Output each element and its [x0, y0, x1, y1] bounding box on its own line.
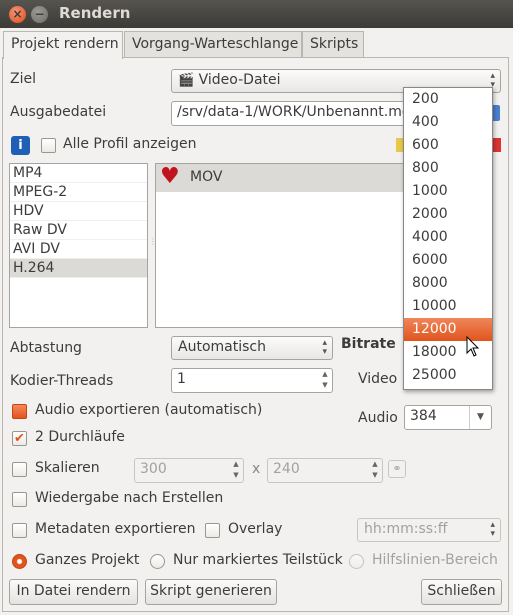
list-item[interactable]: MP4: [10, 164, 147, 183]
list-item[interactable]: MPEG-2: [10, 183, 147, 202]
pane-splitter[interactable]: ⋮: [149, 238, 157, 252]
minimize-icon[interactable]: −: [31, 6, 48, 23]
two-pass-label: 2 Durchläufe: [35, 429, 125, 445]
dropdown-option[interactable]: 800: [404, 157, 492, 180]
scale-checkbox[interactable]: [12, 462, 27, 477]
sampling-combo[interactable]: Automatisch ▴ ▾: [171, 336, 333, 360]
spin-arrows-icon: ▴ ▾: [322, 338, 327, 357]
list-item[interactable]: Raw DV: [10, 221, 147, 240]
audio-export-label: Audio exportieren (automatisch): [35, 402, 263, 418]
dropdown-option[interactable]: 25000: [404, 364, 492, 387]
guides-range-label: Hilfslinien-Bereich: [372, 552, 498, 568]
marked-section-label: Nur markiertes Teilstück: [173, 552, 343, 568]
play-after-label: Wiedergabe nach Erstellen: [35, 490, 224, 506]
tab-vorgang-warteschlange[interactable]: Vorgang-Warteschlange: [124, 31, 302, 58]
dropdown-option[interactable]: 200: [404, 88, 492, 111]
metadata-label: Metadaten exportieren: [35, 521, 196, 537]
tab-projekt-rendern[interactable]: Projekt rendern: [3, 31, 123, 59]
overlay-checkbox[interactable]: [205, 523, 220, 538]
profile-row[interactable]: ♥ MOV: [156, 164, 414, 192]
threads-spinbox[interactable]: 1 ▲ ▼: [171, 368, 333, 393]
bitrate-heading: Bitrate: [341, 336, 396, 352]
chevron-down-icon[interactable]: ▼: [469, 406, 491, 429]
spin-arrows-icon: ▴ ▾: [490, 520, 495, 539]
link-aspect-icon[interactable]: ⚭: [388, 460, 406, 478]
title-bar: × − Rendern: [0, 0, 513, 28]
dropdown-option[interactable]: 600: [404, 134, 492, 157]
list-item[interactable]: AVI DV: [10, 240, 147, 259]
audio-export-checkbox[interactable]: [12, 404, 27, 419]
guides-range-radio[interactable]: [349, 554, 364, 569]
overlay-combo[interactable]: hh:mm:ss:ff ▴ ▾: [357, 518, 501, 542]
spin-arrows-icon: ▲ ▼: [233, 460, 239, 479]
whole-project-label: Ganzes Projekt: [35, 552, 140, 568]
whole-project-radio[interactable]: [12, 554, 27, 569]
scale-width-spinbox[interactable]: 300 ▲ ▼: [134, 458, 244, 483]
play-after-checkbox[interactable]: [12, 492, 27, 507]
metadata-checkbox[interactable]: [12, 523, 27, 538]
tab-skripts[interactable]: Skripts: [302, 31, 364, 58]
close-button[interactable]: Schließen: [421, 579, 502, 605]
dropdown-option[interactable]: 4000: [404, 226, 492, 249]
audio-bitrate-combo[interactable]: 384 ▼: [404, 405, 492, 430]
threads-label: Kodier-Threads: [10, 373, 114, 389]
scale-label: Skalieren: [35, 460, 100, 476]
film-icon: 🎬: [178, 73, 195, 88]
two-pass-checkbox[interactable]: ✔: [12, 431, 27, 446]
close-icon[interactable]: ×: [9, 6, 26, 23]
spin-arrows-icon[interactable]: ▲ ▼: [318, 369, 332, 392]
sampling-label: Abtastung: [10, 340, 82, 356]
window-title: Rendern: [59, 4, 131, 22]
show-all-profiles-checkbox[interactable]: [41, 138, 56, 153]
list-item-selected[interactable]: H.264: [10, 259, 147, 278]
dropdown-option[interactable]: 6000: [404, 249, 492, 272]
spin-arrows-icon: ▲ ▼: [372, 460, 378, 479]
overlay-label: Overlay: [228, 521, 283, 537]
heart-icon: ♥: [160, 164, 180, 189]
render-to-file-button[interactable]: In Datei rendern: [9, 579, 138, 605]
scale-x-label: x: [252, 461, 261, 477]
dropdown-option[interactable]: 400: [404, 111, 492, 134]
list-item[interactable]: HDV: [10, 202, 147, 221]
delete-profile-icon[interactable]: [493, 138, 501, 152]
generate-script-button[interactable]: Skript generieren: [145, 579, 277, 605]
show-all-profiles-label: Alle Profil anzeigen: [63, 136, 197, 152]
dropdown-option[interactable]: 10000: [404, 295, 492, 318]
output-label: Ausgabedatei: [10, 104, 107, 120]
format-list: MP4 MPEG-2 HDV Raw DV AVI DV H.264: [9, 163, 148, 328]
profile-list: ♥ MOV: [155, 163, 415, 328]
output-file-input[interactable]: /srv/data-1/WORK/Unbenannt.mov: [171, 101, 411, 126]
scale-height-spinbox[interactable]: 240 ▲ ▼: [267, 458, 383, 483]
dropdown-option[interactable]: 8000: [404, 272, 492, 295]
mouse-pointer-icon: [466, 336, 480, 357]
marked-section-radio[interactable]: [150, 554, 165, 569]
dropdown-option[interactable]: 2000: [404, 203, 492, 226]
target-label: Ziel: [10, 71, 36, 87]
profile-name: MOV: [190, 169, 223, 185]
audio-bitrate-label: Audio: [358, 410, 398, 426]
video-bitrate-label: Video: [358, 371, 398, 387]
info-icon[interactable]: i: [11, 136, 30, 155]
dropdown-option[interactable]: 1000: [404, 180, 492, 203]
